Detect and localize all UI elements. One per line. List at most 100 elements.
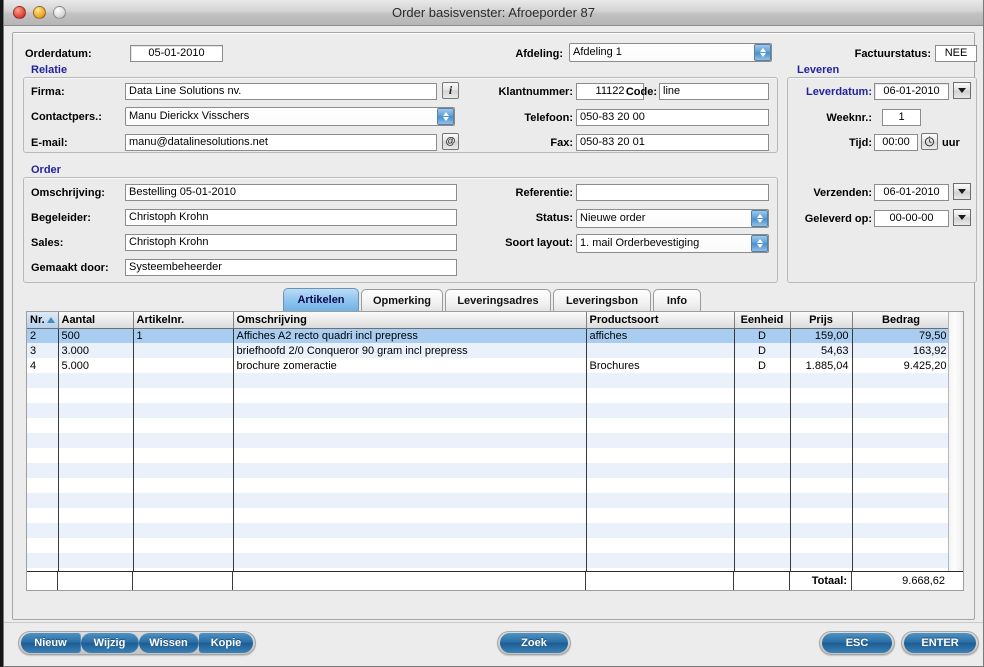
geleverd-op-dropdown-icon[interactable] xyxy=(953,209,971,226)
table-cell-empty[interactable] xyxy=(586,478,735,493)
table-cell-empty[interactable] xyxy=(27,418,59,433)
tab-leveringsbon[interactable]: Leveringsbon xyxy=(553,289,651,311)
table-cell-omschrijving[interactable]: briefhoofd 2/0 Conqueror 90 gram incl pr… xyxy=(233,343,587,358)
table-header-omschrijving[interactable]: Omschrijving xyxy=(233,312,587,329)
table-cell-empty[interactable] xyxy=(233,373,587,388)
tab-artikelen[interactable]: Artikelen xyxy=(283,288,359,311)
table-vertical-scrollbar[interactable] xyxy=(948,312,963,590)
table-cell-empty[interactable] xyxy=(852,373,951,388)
table-cell-omschrijving[interactable]: brochure zomeractie xyxy=(233,358,587,373)
table-cell-productsoort[interactable] xyxy=(586,343,735,358)
window-titlebar[interactable]: Order basisvenster: Afroeporder 87 xyxy=(4,0,983,26)
table-cell-empty[interactable] xyxy=(586,463,735,478)
table-cell-empty[interactable] xyxy=(852,538,951,553)
tab-info[interactable]: Info xyxy=(653,289,701,311)
verzenden-field[interactable]: 06-01-2010 xyxy=(874,184,949,201)
table-cell-aantal[interactable]: 5.000 xyxy=(58,358,134,373)
table-cell-empty[interactable] xyxy=(734,463,791,478)
table-cell-empty[interactable] xyxy=(27,538,59,553)
table-cell-bedrag[interactable]: 163,92 xyxy=(852,343,951,358)
table-cell-empty[interactable] xyxy=(734,388,791,403)
table-cell-artikelnr[interactable] xyxy=(133,343,234,358)
table-cell-empty[interactable] xyxy=(133,478,234,493)
articles-table[interactable]: Nr. Aantal Artikelnr. Omschrijving Productso… xyxy=(26,311,964,591)
table-cell-empty[interactable] xyxy=(586,433,735,448)
table-row-empty[interactable] xyxy=(27,418,963,433)
table-header-artikelnr[interactable]: Artikelnr. xyxy=(133,312,234,329)
table-cell-empty[interactable] xyxy=(734,478,791,493)
soort-layout-select[interactable]: 1. mail Orderbevestiging xyxy=(576,234,769,253)
table-cell-empty[interactable] xyxy=(233,493,587,508)
table-cell-empty[interactable] xyxy=(790,403,853,418)
table-cell-empty[interactable] xyxy=(790,553,853,568)
table-row-empty[interactable] xyxy=(27,403,963,418)
table-cell-nr[interactable]: 2 xyxy=(27,328,59,343)
chevron-updown-icon[interactable] xyxy=(437,108,454,125)
table-cell-empty[interactable] xyxy=(852,448,951,463)
verzenden-dropdown-icon[interactable] xyxy=(953,183,971,200)
table-row-empty[interactable] xyxy=(27,553,963,568)
esc-button[interactable]: ESC xyxy=(822,633,892,653)
table-cell-nr[interactable]: 3 xyxy=(27,343,59,358)
table-cell-empty[interactable] xyxy=(58,478,134,493)
table-row-empty[interactable] xyxy=(27,508,963,523)
firma-field[interactable]: Data Line Solutions nv. xyxy=(125,83,437,100)
table-cell-empty[interactable] xyxy=(58,538,134,553)
table-cell-empty[interactable] xyxy=(58,388,134,403)
table-cell-bedrag[interactable]: 9.425,20 xyxy=(852,358,951,373)
table-cell-empty[interactable] xyxy=(133,538,234,553)
table-cell-empty[interactable] xyxy=(790,493,853,508)
telefoon-field[interactable]: 050-83 20 00 xyxy=(576,109,769,126)
table-row-empty[interactable] xyxy=(27,388,963,403)
table-cell-empty[interactable] xyxy=(233,463,587,478)
wijzig-button[interactable]: Wijzig xyxy=(81,633,139,653)
table-cell-empty[interactable] xyxy=(790,433,853,448)
leverdatum-field[interactable]: 06-01-2010 xyxy=(874,83,949,100)
table-cell-empty[interactable] xyxy=(233,433,587,448)
table-header-prijs[interactable]: Prijs xyxy=(790,312,853,329)
table-cell-prijs[interactable]: 54,63 xyxy=(790,343,853,358)
enter-button[interactable]: ENTER xyxy=(904,633,976,653)
table-cell-empty[interactable] xyxy=(586,388,735,403)
table-cell-empty[interactable] xyxy=(133,523,234,538)
table-row[interactable]: 4 5.000 brochure zomeractie Brochures D 1.885… xyxy=(27,358,963,373)
table-cell-empty[interactable] xyxy=(233,418,587,433)
table-cell-empty[interactable] xyxy=(790,463,853,478)
table-cell-empty[interactable] xyxy=(233,523,587,538)
table-cell-empty[interactable] xyxy=(734,433,791,448)
table-cell-productsoort[interactable]: Brochures xyxy=(586,358,735,373)
table-cell-empty[interactable] xyxy=(58,463,134,478)
table-cell-empty[interactable] xyxy=(27,433,59,448)
gemaakt-door-field[interactable]: Systeembeheerder xyxy=(125,259,457,276)
table-cell-empty[interactable] xyxy=(133,373,234,388)
table-header-nr[interactable]: Nr. xyxy=(27,312,59,329)
table-cell-empty[interactable] xyxy=(586,373,735,388)
table-row[interactable]: 3 3.000 briefhoofd 2/0 Conqueror 90 gram i… xyxy=(27,343,963,358)
table-cell-empty[interactable] xyxy=(58,553,134,568)
table-header-eenheid[interactable]: Eenheid xyxy=(734,312,791,329)
table-cell-empty[interactable] xyxy=(734,448,791,463)
table-cell-empty[interactable] xyxy=(852,478,951,493)
table-cell-empty[interactable] xyxy=(734,373,791,388)
clock-icon[interactable] xyxy=(921,133,938,150)
table-cell-empty[interactable] xyxy=(133,403,234,418)
table-cell-empty[interactable] xyxy=(27,478,59,493)
table-row-empty[interactable] xyxy=(27,463,963,478)
table-cell-empty[interactable] xyxy=(27,493,59,508)
table-cell-empty[interactable] xyxy=(58,508,134,523)
table-cell-empty[interactable] xyxy=(133,418,234,433)
table-cell-empty[interactable] xyxy=(734,403,791,418)
table-row-empty[interactable] xyxy=(27,448,963,463)
close-button-icon[interactable] xyxy=(13,6,26,19)
table-cell-empty[interactable] xyxy=(790,448,853,463)
table-cell-empty[interactable] xyxy=(233,388,587,403)
table-cell-empty[interactable] xyxy=(58,418,134,433)
table-cell-eenheid[interactable]: D xyxy=(734,343,791,358)
table-cell-empty[interactable] xyxy=(27,553,59,568)
chevron-updown-icon[interactable] xyxy=(751,235,768,252)
orderdatum-field[interactable]: 05-01-2010 xyxy=(130,45,223,62)
tijd-field[interactable]: 00:00 xyxy=(874,134,918,151)
zoek-button[interactable]: Zoek xyxy=(500,633,568,653)
table-cell-empty[interactable] xyxy=(27,463,59,478)
table-cell-eenheid[interactable]: D xyxy=(734,358,791,373)
